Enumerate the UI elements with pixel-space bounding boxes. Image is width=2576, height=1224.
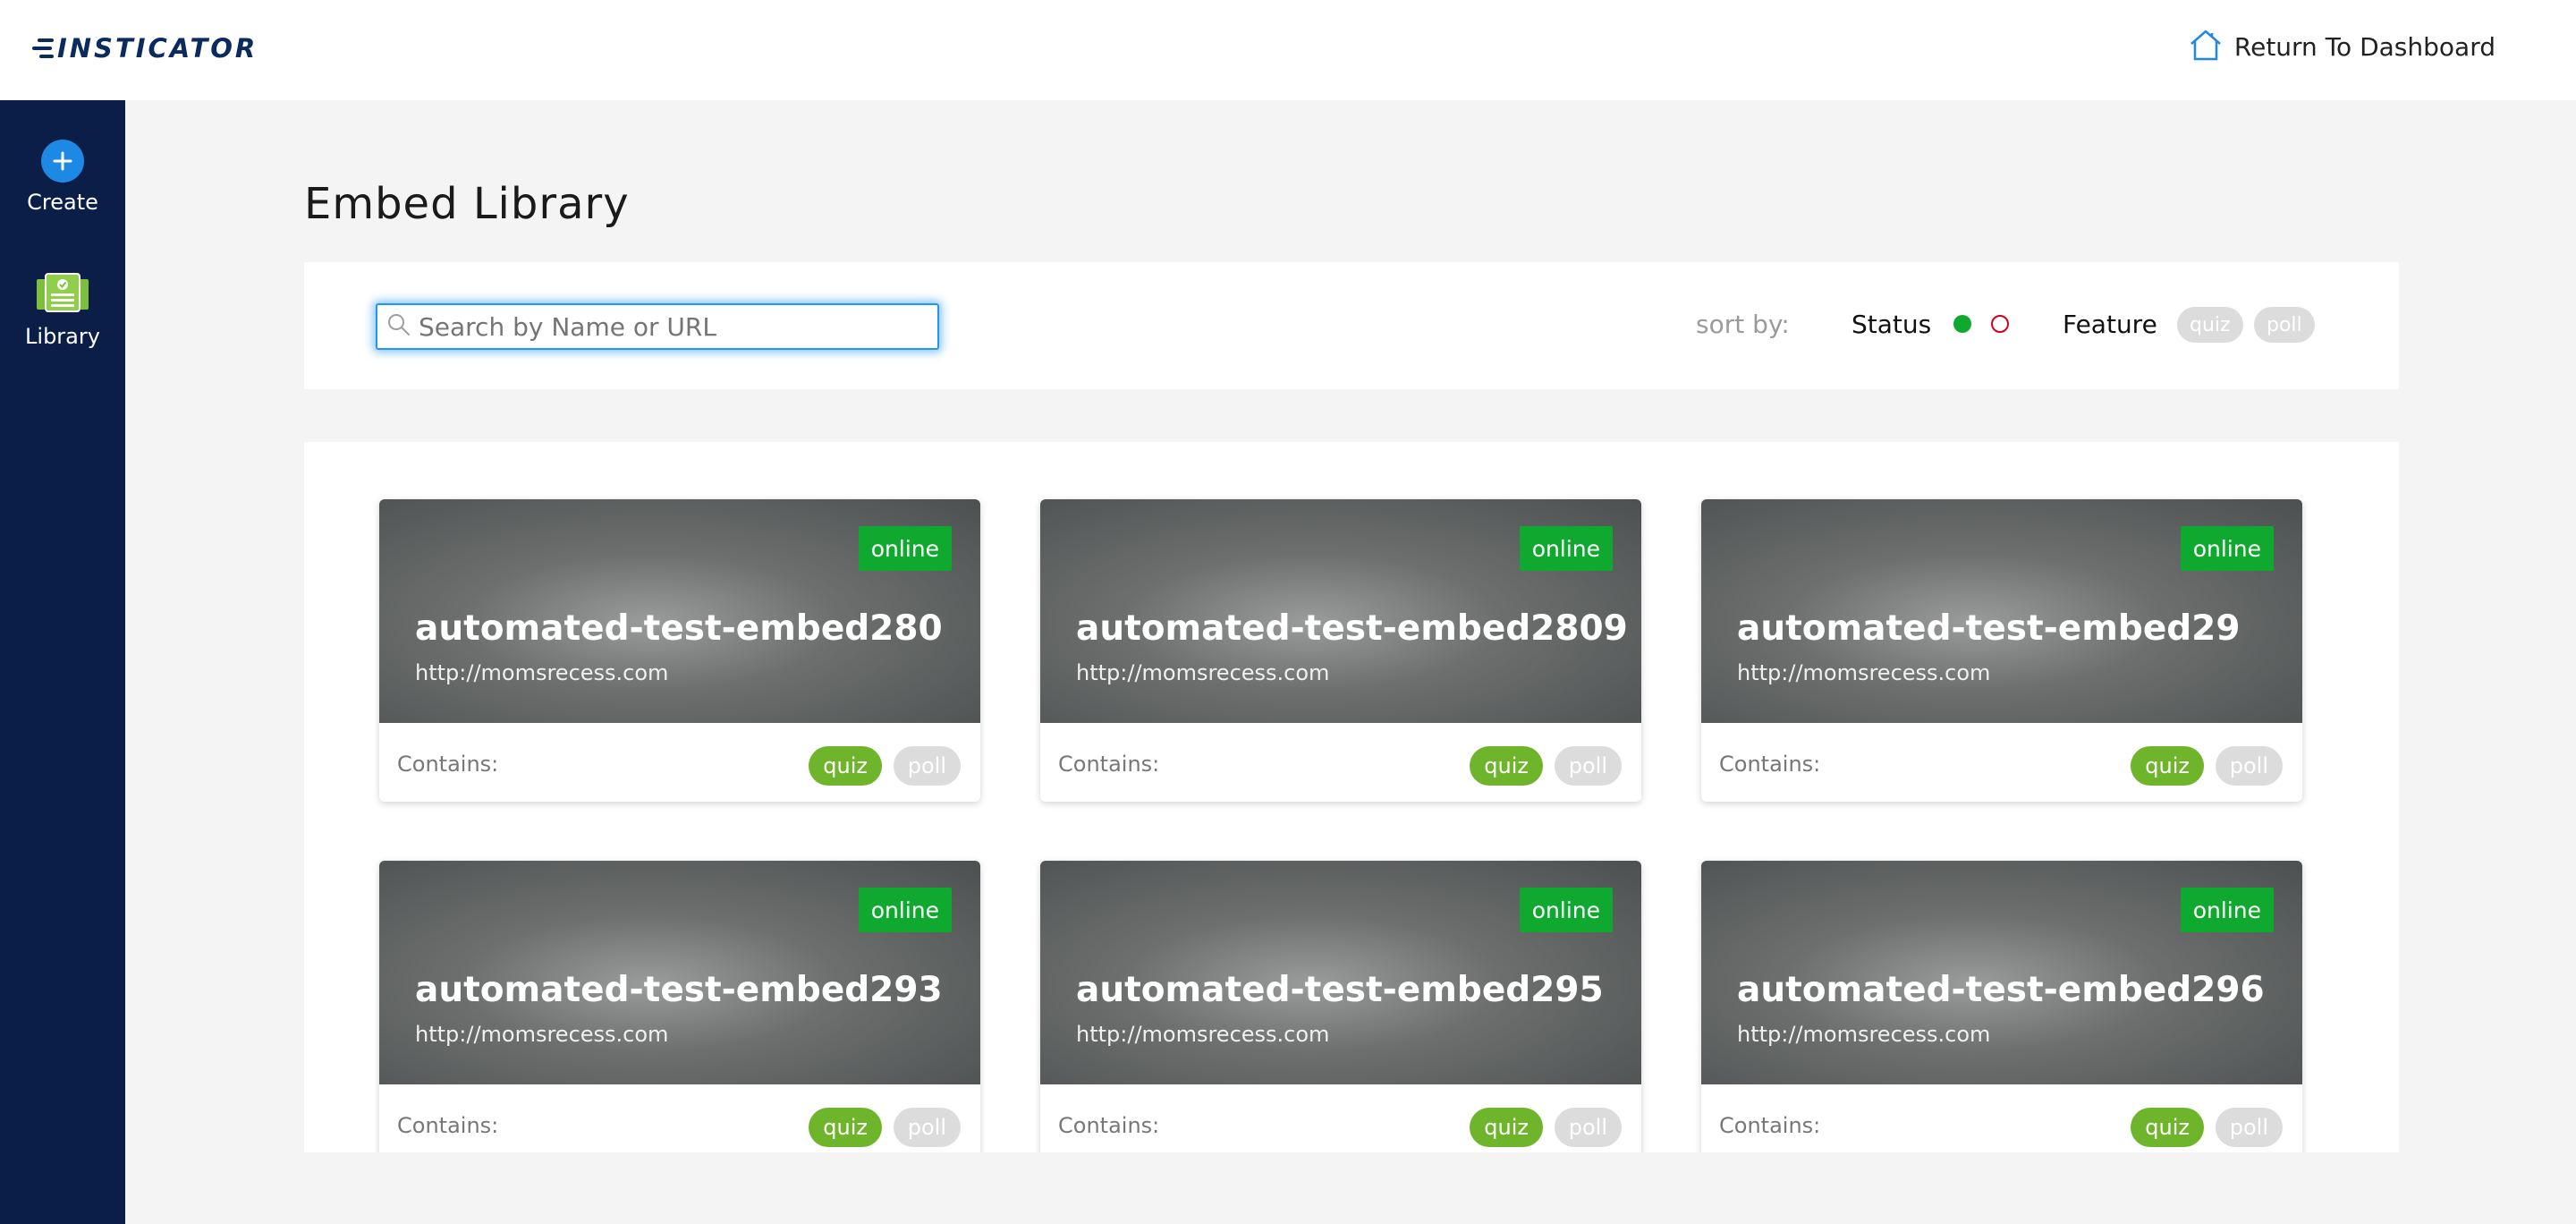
- embed-card[interactable]: online automated-test-embed295 http://mo…: [1040, 861, 1641, 1152]
- embed-name: automated-test-embed296: [1737, 970, 2265, 1010]
- feature-badge-poll: poll: [1554, 746, 1622, 786]
- feature-filter-poll[interactable]: poll: [2254, 307, 2315, 343]
- sidebar: Create Library: [0, 100, 125, 1224]
- feature-badge-quiz: quiz: [809, 1108, 882, 1147]
- filter-panel: sort by: Status Feature quiz poll: [304, 262, 2399, 389]
- contains-label: Contains:: [397, 1113, 499, 1138]
- feature-badge-quiz: quiz: [1470, 1108, 1543, 1147]
- embed-url: http://momsrecess.com: [415, 1022, 669, 1047]
- status-filter-label: Status: [1852, 310, 1932, 339]
- embed-card[interactable]: online automated-test-embed293 http://mo…: [379, 861, 980, 1152]
- embed-card-hero: online automated-test-embed280 http://mo…: [379, 499, 980, 723]
- contains-label: Contains:: [1719, 1113, 1821, 1138]
- embed-name: automated-test-embed295: [1076, 970, 1604, 1010]
- embed-card-footer: Contains: quiz poll: [379, 723, 980, 802]
- embed-card-hero: online automated-test-embed2809 http://m…: [1040, 499, 1641, 723]
- library-icon: [35, 272, 90, 317]
- feature-badge-poll: poll: [893, 746, 961, 786]
- contains-label: Contains:: [1058, 1113, 1160, 1138]
- sort-by-label: sort by:: [1696, 310, 1790, 339]
- search-icon: [386, 312, 411, 341]
- feature-badge-quiz: quiz: [809, 746, 882, 786]
- plus-circle-icon: [41, 140, 84, 183]
- status-badge: online: [858, 526, 952, 571]
- embed-card-footer: Contains: quiz poll: [1040, 723, 1641, 802]
- feature-badge-quiz: quiz: [2131, 1108, 2204, 1147]
- status-badge: online: [858, 888, 952, 932]
- embed-card[interactable]: online automated-test-embed280 http://mo…: [379, 499, 980, 802]
- home-icon: [2188, 27, 2224, 66]
- status-offline-filter[interactable]: [1991, 315, 2009, 333]
- embed-url: http://momsrecess.com: [1737, 660, 1991, 685]
- logo-text: INSTICATOR: [57, 33, 258, 64]
- feature-badge-quiz: quiz: [1470, 746, 1543, 786]
- embed-name: automated-test-embed2809: [1076, 608, 1628, 649]
- sidebar-item-label: Create: [27, 190, 98, 215]
- embed-grid: online automated-test-embed280 http://mo…: [304, 442, 2399, 1152]
- embed-url: http://momsrecess.com: [1076, 1022, 1330, 1047]
- logo-mark-icon: [32, 38, 54, 58]
- embed-card-hero: online automated-test-embed293 http://mo…: [379, 861, 980, 1084]
- embed-name: automated-test-embed29: [1737, 608, 2241, 649]
- embed-card-hero: online automated-test-embed295 http://mo…: [1040, 861, 1641, 1084]
- sidebar-item-label: Library: [25, 324, 100, 349]
- embed-card-footer: Contains: quiz poll: [1701, 723, 2302, 802]
- contains-label: Contains:: [1719, 752, 1821, 777]
- status-badge: online: [1519, 888, 1613, 932]
- sidebar-item-library[interactable]: Library: [0, 272, 125, 349]
- sidebar-item-create[interactable]: Create: [0, 140, 125, 215]
- contains-label: Contains:: [397, 752, 499, 777]
- embed-card-footer: Contains: quiz poll: [379, 1084, 980, 1152]
- embed-card-hero: online automated-test-embed296 http://mo…: [1701, 861, 2302, 1084]
- search-input[interactable]: [419, 311, 919, 342]
- embed-url: http://momsrecess.com: [1076, 660, 1330, 685]
- embed-card[interactable]: online automated-test-embed29 http://mom…: [1701, 499, 2302, 802]
- embed-name: automated-test-embed293: [415, 970, 943, 1010]
- embed-card[interactable]: online automated-test-embed2809 http://m…: [1040, 499, 1641, 802]
- embed-url: http://momsrecess.com: [415, 660, 669, 685]
- status-badge: online: [2180, 888, 2274, 932]
- feature-filter-quiz[interactable]: quiz: [2177, 307, 2243, 343]
- return-to-dashboard-link[interactable]: Return To Dashboard: [2188, 27, 2496, 66]
- feature-badge-poll: poll: [2215, 1108, 2283, 1147]
- feature-badge-quiz: quiz: [2131, 746, 2204, 786]
- feature-badge-poll: poll: [2215, 746, 2283, 786]
- embed-url: http://momsrecess.com: [1737, 1022, 1991, 1047]
- status-badge: online: [2180, 526, 2274, 571]
- status-online-filter[interactable]: [1953, 315, 1971, 333]
- insticator-logo[interactable]: INSTICATOR: [32, 30, 258, 66]
- return-to-dashboard-label: Return To Dashboard: [2233, 31, 2496, 62]
- embed-name: automated-test-embed280: [415, 608, 943, 649]
- feature-badge-poll: poll: [893, 1108, 961, 1147]
- feature-badge-poll: poll: [1554, 1108, 1622, 1147]
- contains-label: Contains:: [1058, 752, 1160, 777]
- search-box[interactable]: [376, 303, 939, 350]
- feature-filter-label: Feature: [2063, 310, 2157, 339]
- embed-card-footer: Contains: quiz poll: [1040, 1084, 1641, 1152]
- embed-card-hero: online automated-test-embed29 http://mom…: [1701, 499, 2302, 723]
- top-bar: INSTICATOR Return To Dashboard: [0, 0, 2576, 100]
- page-title: Embed Library: [304, 179, 630, 229]
- status-badge: online: [1519, 526, 1613, 571]
- embed-card[interactable]: online automated-test-embed296 http://mo…: [1701, 861, 2302, 1152]
- embed-card-footer: Contains: quiz poll: [1701, 1084, 2302, 1152]
